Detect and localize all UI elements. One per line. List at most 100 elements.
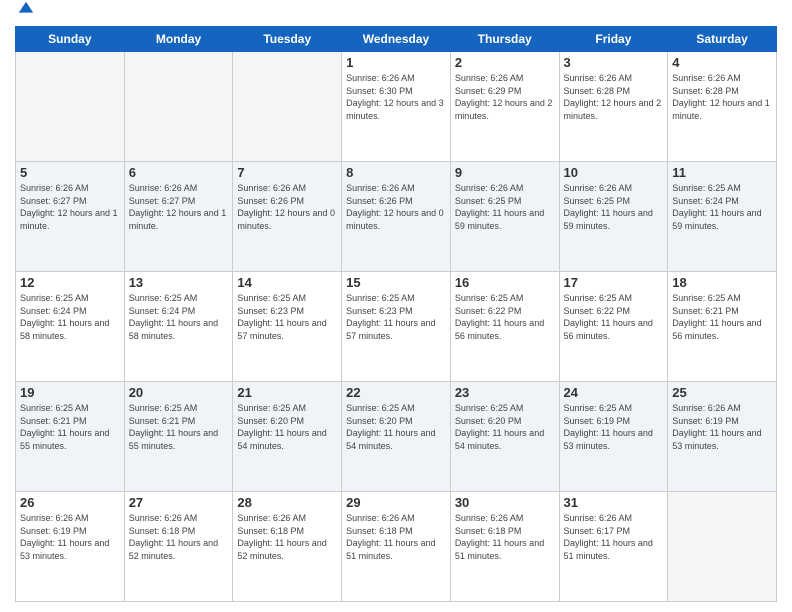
daylight-text: Daylight: 11 hours and 59 minutes. [672, 207, 772, 232]
calendar-cell: 4Sunrise: 6:26 AMSunset: 6:28 PMDaylight… [668, 52, 777, 162]
daylight-text: Daylight: 12 hours and 0 minutes. [237, 207, 337, 232]
sunrise-text: Sunrise: 6:25 AM [346, 402, 446, 415]
daylight-text: Daylight: 11 hours and 53 minutes. [672, 427, 772, 452]
calendar-week-2: 5Sunrise: 6:26 AMSunset: 6:27 PMDaylight… [16, 162, 777, 272]
sunrise-text: Sunrise: 6:26 AM [129, 182, 229, 195]
calendar-cell: 28 Sunrise: 6:26 AMSunset: 6:18 PMDayligh… [233, 492, 342, 602]
daylight-text: Daylight: 11 hours and 58 minutes. [129, 317, 229, 342]
calendar-cell: 27Sunrise: 6:26 AMSunset: 6:18 PMDayligh… [124, 492, 233, 602]
sunset-text: Sunset: 6:18 PM [455, 525, 555, 538]
sunset-text: Sunset: 6:24 PM [672, 195, 772, 208]
daylight-text: Daylight: 11 hours and 52 minutes. [129, 537, 229, 562]
calendar-cell: 9Sunrise: 6:26 AMSunset: 6:25 PMDaylight… [450, 162, 559, 272]
calendar-cell: 1Sunrise: 6:26 AMSunset: 6:30 PMDaylight… [342, 52, 451, 162]
sunrise-text: Sunrise: 6:26 AM [346, 72, 446, 85]
sunset-text: Sunset: 6:21 PM [20, 415, 120, 428]
day-info: Sunrise: 6:26 AMSunset: 6:19 PMDaylight:… [20, 512, 120, 562]
calendar-cell: 8Sunrise: 6:26 AMSunset: 6:26 PMDaylight… [342, 162, 451, 272]
day-info: Sunrise: 6:26 AMSunset: 6:19 PMDaylight:… [672, 402, 772, 452]
sunset-text: Sunset: 6:19 PM [672, 415, 772, 428]
day-info: Sunrise: 6:26 AMSunset: 6:18 PMDaylight:… [237, 512, 337, 562]
sunrise-text: Sunrise: 6:25 AM [455, 292, 555, 305]
day-info: Sunrise: 6:25 AMSunset: 6:21 PMDaylight:… [129, 402, 229, 452]
calendar-cell: 17Sunrise: 6:25 AMSunset: 6:22 PMDayligh… [559, 272, 668, 382]
day-number: 30 [455, 495, 555, 510]
daylight-text: Daylight: 11 hours and 53 minutes. [20, 537, 120, 562]
daylight-text: Daylight: 11 hours and 59 minutes. [564, 207, 664, 232]
sunset-text: Sunset: 6:18 PM [129, 525, 229, 538]
calendar-week-1: 1Sunrise: 6:26 AMSunset: 6:30 PMDaylight… [16, 52, 777, 162]
calendar-table: SundayMondayTuesdayWednesdayThursdayFrid… [15, 26, 777, 602]
day-info: Sunrise: 6:25 AMSunset: 6:23 PMDaylight:… [237, 292, 337, 342]
day-info: Sunrise: 6:26 AMSunset: 6:30 PMDaylight:… [346, 72, 446, 122]
sunset-text: Sunset: 6:28 PM [564, 85, 664, 98]
calendar-cell [233, 52, 342, 162]
sunset-text: Sunset: 6:22 PM [455, 305, 555, 318]
day-info: Sunrise: 6:26 AMSunset: 6:18 PMDaylight:… [346, 512, 446, 562]
sunrise-text: Sunrise: 6:26 AM [564, 72, 664, 85]
day-info: Sunrise: 6:25 AMSunset: 6:24 PMDaylight:… [672, 182, 772, 232]
sunset-text: Sunset: 6:25 PM [564, 195, 664, 208]
calendar-cell: 3 Sunrise: 6:26 AMSunset: 6:28 PMDaylight… [559, 52, 668, 162]
calendar-cell: 12Sunrise: 6:25 AMSunset: 6:24 PMDayligh… [16, 272, 125, 382]
sunset-text: Sunset: 6:20 PM [455, 415, 555, 428]
weekday-header-friday: Friday [559, 27, 668, 52]
day-info: Sunrise: 6:25 AMSunset: 6:20 PMDaylight:… [237, 402, 337, 452]
sunrise-text: Sunrise: 6:26 AM [672, 72, 772, 85]
sunset-text: Sunset: 6:22 PM [564, 305, 664, 318]
daylight-text: Daylight: 12 hours and 2 minutes. [564, 97, 664, 122]
sunset-text: Sunset: 6:21 PM [672, 305, 772, 318]
daylight-text: Daylight: 12 hours and 1 minute. [20, 207, 120, 232]
calendar-cell: 31Sunrise: 6:26 AMSunset: 6:17 PMDayligh… [559, 492, 668, 602]
day-number: 4 [672, 55, 772, 70]
sunrise-text: Sunrise: 6:25 AM [672, 292, 772, 305]
calendar-cell: 24Sunrise: 6:25 AMSunset: 6:19 PMDayligh… [559, 382, 668, 492]
calendar-week-4: 19Sunrise: 6:25 AMSunset: 6:21 PMDayligh… [16, 382, 777, 492]
calendar-cell: 7Sunrise: 6:26 AMSunset: 6:26 PMDaylight… [233, 162, 342, 272]
calendar-cell: 11 Sunrise: 6:25 AMSunset: 6:24 PMDayligh… [668, 162, 777, 272]
sunrise-text: Sunrise: 6:26 AM [564, 182, 664, 195]
sunset-text: Sunset: 6:18 PM [346, 525, 446, 538]
daylight-text: Daylight: 11 hours and 54 minutes. [237, 427, 337, 452]
day-number: 2 [455, 55, 555, 70]
weekday-header-tuesday: Tuesday [233, 27, 342, 52]
day-number: 28 [237, 495, 337, 510]
calendar-cell [16, 52, 125, 162]
daylight-text: Daylight: 11 hours and 52 minutes. [237, 537, 337, 562]
logo-icon [17, 0, 35, 18]
day-number: 11 [672, 165, 772, 180]
day-number: 3 [564, 55, 664, 70]
sunset-text: Sunset: 6:18 PM [237, 525, 337, 538]
daylight-text: Daylight: 11 hours and 55 minutes. [20, 427, 120, 452]
daylight-text: Daylight: 12 hours and 3 minutes. [346, 97, 446, 122]
sunset-text: Sunset: 6:25 PM [455, 195, 555, 208]
sunrise-text: Sunrise: 6:25 AM [129, 292, 229, 305]
day-number: 9 [455, 165, 555, 180]
daylight-text: Daylight: 12 hours and 2 minutes. [455, 97, 555, 122]
daylight-text: Daylight: 11 hours and 54 minutes. [346, 427, 446, 452]
sunrise-text: Sunrise: 6:25 AM [564, 402, 664, 415]
day-info: Sunrise: 6:26 AMSunset: 6:25 PMDaylight:… [564, 182, 664, 232]
day-number: 21 [237, 385, 337, 400]
daylight-text: Daylight: 11 hours and 53 minutes. [564, 427, 664, 452]
sunrise-text: Sunrise: 6:25 AM [672, 182, 772, 195]
daylight-text: Daylight: 11 hours and 54 minutes. [455, 427, 555, 452]
sunrise-text: Sunrise: 6:26 AM [672, 402, 772, 415]
calendar-cell: 15Sunrise: 6:25 AMSunset: 6:23 PMDayligh… [342, 272, 451, 382]
day-number: 29 [346, 495, 446, 510]
calendar-cell: 22Sunrise: 6:25 AMSunset: 6:20 PMDayligh… [342, 382, 451, 492]
day-info: Sunrise: 6:26 AMSunset: 6:18 PMDaylight:… [129, 512, 229, 562]
daylight-text: Daylight: 11 hours and 55 minutes. [129, 427, 229, 452]
day-number: 31 [564, 495, 664, 510]
day-info: Sunrise: 6:25 AMSunset: 6:21 PMDaylight:… [672, 292, 772, 342]
calendar-cell: 16Sunrise: 6:25 AMSunset: 6:22 PMDayligh… [450, 272, 559, 382]
sunrise-text: Sunrise: 6:26 AM [237, 182, 337, 195]
calendar-cell: 5Sunrise: 6:26 AMSunset: 6:27 PMDaylight… [16, 162, 125, 272]
calendar-cell: 20Sunrise: 6:25 AMSunset: 6:21 PMDayligh… [124, 382, 233, 492]
day-number: 22 [346, 385, 446, 400]
sunset-text: Sunset: 6:24 PM [129, 305, 229, 318]
day-number: 6 [129, 165, 229, 180]
sunrise-text: Sunrise: 6:26 AM [20, 182, 120, 195]
sunset-text: Sunset: 6:26 PM [237, 195, 337, 208]
day-info: Sunrise: 6:25 AMSunset: 6:21 PMDaylight:… [20, 402, 120, 452]
